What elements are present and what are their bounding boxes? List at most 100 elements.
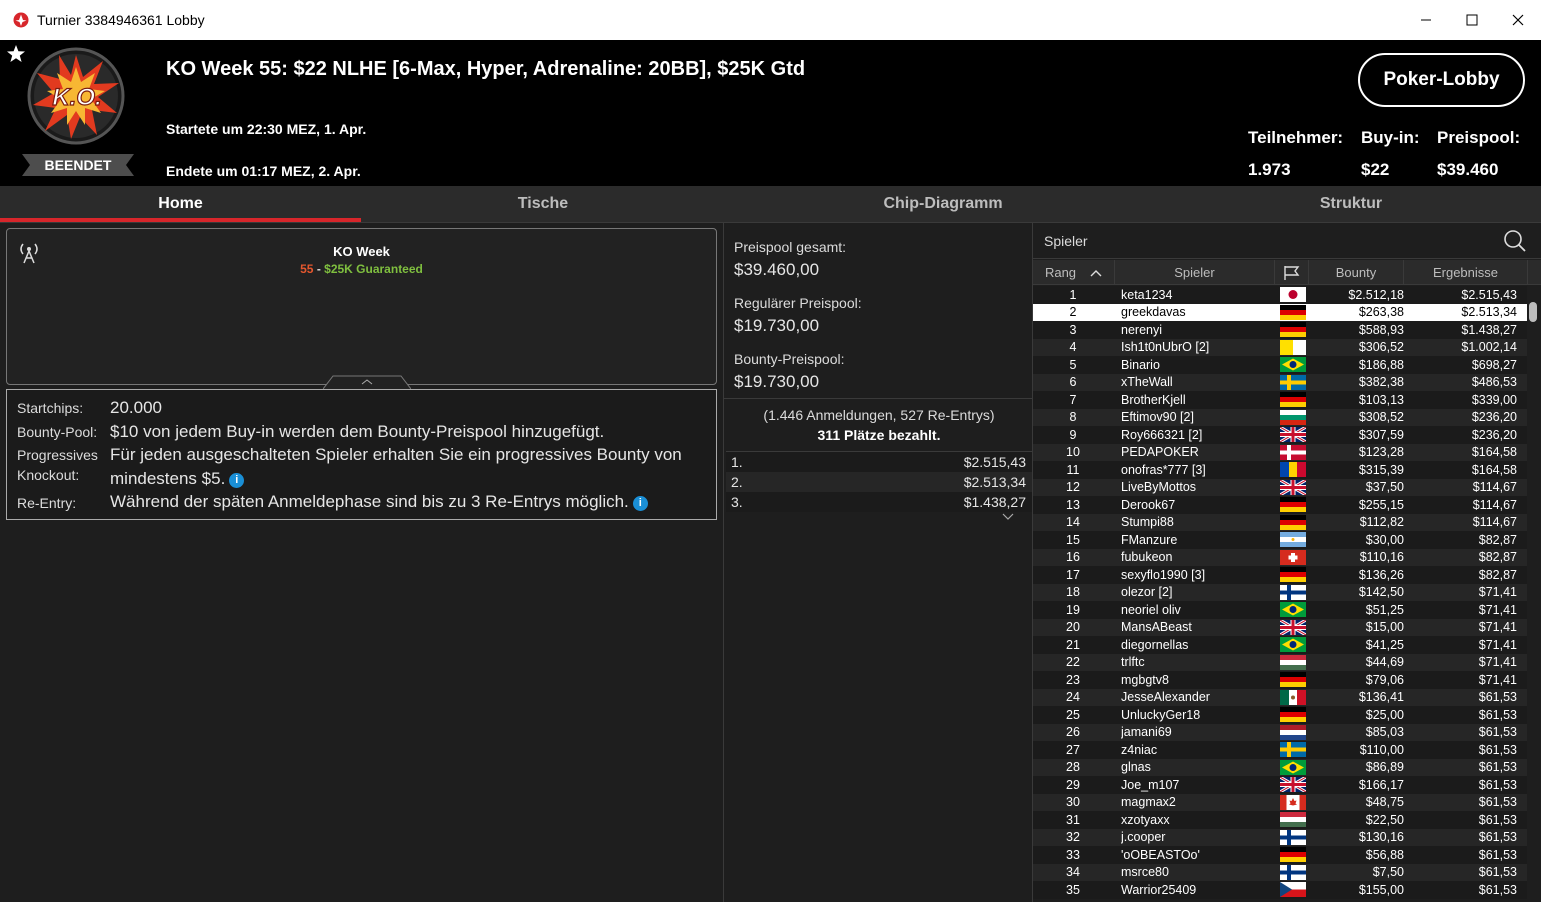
startchips-label: Startchips: <box>17 400 84 416</box>
column-rank-label: Rang <box>1044 265 1077 280</box>
result-cell: $1.002,14 <box>1461 340 1517 355</box>
close-icon <box>1512 14 1524 26</box>
column-country[interactable] <box>1275 260 1309 285</box>
sort-ascending-icon <box>1090 269 1102 276</box>
table-row[interactable]: 20 MansABeast $15,00 $71,41 <box>1033 618 1528 636</box>
table-row[interactable]: 26 jamani69 $85,03 $61,53 <box>1033 723 1528 741</box>
table-row[interactable]: 31 xzotyaxx $22,50 $61,53 <box>1033 811 1528 829</box>
bounty-cell: $186,88 <box>1358 357 1404 372</box>
table-row[interactable]: 16 fubukeon $110,16 $82,87 <box>1033 548 1528 566</box>
table-row[interactable]: 15 FManzure $30,00 $82,87 <box>1033 531 1528 549</box>
column-rank[interactable]: Rang <box>1033 260 1115 285</box>
progressive-value-text: mindestens $5. <box>110 469 226 488</box>
table-row[interactable]: 1 keta1234 $2.512,18 $2.515,43 <box>1033 286 1528 304</box>
country-flag-icon <box>1280 882 1306 897</box>
country-flag-icon <box>1280 584 1306 600</box>
table-row[interactable]: 12 LiveByMottos $37,50 $114,67 <box>1033 478 1528 496</box>
tab-home[interactable]: Home <box>0 186 361 222</box>
player-name-cell: Binario <box>1121 357 1160 372</box>
table-row[interactable]: 17 sexyflo1990 [3] $136,26 $82,87 <box>1033 566 1528 584</box>
player-name-cell: jamani69 <box>1121 725 1172 740</box>
column-bounty[interactable]: Bounty <box>1309 260 1404 285</box>
search-input[interactable]: Spieler <box>1044 233 1088 249</box>
bounty-cell: $37,50 <box>1365 480 1404 495</box>
poker-lobby-button[interactable]: Poker-Lobby <box>1358 53 1525 107</box>
table-row[interactable]: 2 greekdavas $263,38 $2.513,34 <box>1033 303 1528 321</box>
table-row[interactable]: 14 Stumpi88 $112,82 $114,67 <box>1033 513 1528 531</box>
close-button[interactable] <box>1495 0 1541 40</box>
table-row[interactable]: 4 Ish1t0nUbrO [2] $306,52 $1.002,14 <box>1033 338 1528 356</box>
search-icon[interactable] <box>1503 229 1527 253</box>
player-name-cell: j.cooper <box>1121 830 1166 845</box>
bounty-cell: $51,25 <box>1365 602 1404 617</box>
country-flag-icon <box>1280 602 1306 617</box>
country-flag-icon <box>1280 864 1306 880</box>
table-row[interactable]: 23 mgbgtv8 $79,06 $71,41 <box>1033 671 1528 689</box>
home-left-panel: KO Week 55 - $25K Guaranteed Startchips:… <box>0 223 722 902</box>
minimize-button[interactable] <box>1403 0 1449 40</box>
bounty-cell: $110,16 <box>1359 550 1404 565</box>
table-row[interactable]: 13 Derook67 $255,15 $114,67 <box>1033 496 1528 514</box>
table-row[interactable]: 34 msrce80 $7,50 $61,53 <box>1033 863 1528 881</box>
rank-cell: 29 <box>1066 777 1080 792</box>
column-result[interactable]: Ergebnisse <box>1404 260 1528 285</box>
table-row[interactable]: 29 Joe_m107 $166,17 $61,53 <box>1033 775 1528 794</box>
player-name-cell: z4niac <box>1121 742 1158 757</box>
result-cell: $164,58 <box>1471 445 1517 460</box>
rank-cell: 12 <box>1066 480 1080 495</box>
collapse-toggle[interactable] <box>323 375 411 389</box>
table-row[interactable]: 10 PEDAPOKER $123,28 $164,58 <box>1033 443 1528 461</box>
table-row[interactable]: 19 neoriel oliv $51,25 $71,41 <box>1033 601 1528 619</box>
table-row[interactable]: 18 olezor [2] $142,50 $71,41 <box>1033 583 1528 601</box>
tab-tables[interactable]: Tische <box>361 186 725 222</box>
player-search[interactable]: Spieler <box>1033 223 1541 259</box>
table-row[interactable]: 7 BrotherKjell $103,13 $339,00 <box>1033 391 1528 409</box>
table-row[interactable]: 3 nerenyi $588,93 $1.438,27 <box>1033 321 1528 339</box>
paid-places-text: 311 Plätze bezahlt. <box>817 427 941 443</box>
country-flag-icon <box>1280 357 1306 372</box>
table-row[interactable]: 35 Warrior25409 $155,00 $61,53 <box>1033 881 1528 899</box>
favorite-star-icon[interactable] <box>6 44 26 64</box>
country-flag-icon <box>1280 707 1306 722</box>
table-row[interactable]: 32 j.cooper $130,16 $61,53 <box>1033 828 1528 846</box>
table-row[interactable]: 28 glnas $86,89 $61,53 <box>1033 758 1528 776</box>
result-cell: $61,53 <box>1478 760 1517 775</box>
table-row[interactable]: 33 'oOBEASTOo' $56,88 $61,53 <box>1033 846 1528 864</box>
country-flag-icon <box>1280 567 1306 582</box>
expand-payouts-chevron-icon[interactable] <box>1002 513 1014 521</box>
table-row[interactable]: 25 UnluckyGer18 $25,00 $61,53 <box>1033 706 1528 724</box>
reentry-label: Re-Entry: <box>17 495 77 511</box>
player-name-cell: Derook67 <box>1121 497 1176 512</box>
table-row[interactable]: 22 trlftc $44,69 $71,41 <box>1033 653 1528 671</box>
tab-chip-chart[interactable]: Chip-Diagramm <box>725 186 1161 222</box>
rank-cell: 3 <box>1069 322 1077 337</box>
table-row[interactable]: 24 JesseAlexander $136,41 $61,53 <box>1033 688 1528 706</box>
players-scrollbar[interactable] <box>1527 286 1539 902</box>
result-cell: $82,87 <box>1478 532 1517 547</box>
bounty-cell: $136,41 <box>1358 690 1404 705</box>
table-row[interactable]: 6 xTheWall $382,38 $486,53 <box>1033 373 1528 391</box>
table-row[interactable]: 9 Roy666321 [2] $307,59 $236,20 <box>1033 425 1528 444</box>
tournament-info-card: KO Week 55 - $25K Guaranteed <box>6 228 717 389</box>
table-row[interactable]: 27 z4niac $110,00 $61,53 <box>1033 741 1528 759</box>
table-row[interactable]: 11 onofras*777 [3] $315,39 $164,58 <box>1033 461 1528 479</box>
player-name-cell: glnas <box>1121 760 1151 775</box>
rank-cell: 30 <box>1066 795 1080 810</box>
maximize-button[interactable] <box>1449 0 1495 40</box>
progressive-info-icon[interactable]: i <box>229 473 245 488</box>
rank-cell: 1 <box>1069 287 1077 302</box>
tab-structure[interactable]: Struktur <box>1161 186 1541 222</box>
player-name-cell: nerenyi <box>1121 322 1162 337</box>
country-flag-icon <box>1280 637 1306 652</box>
scrollbar-thumb[interactable] <box>1529 302 1537 322</box>
rank-cell: 5 <box>1069 357 1077 372</box>
column-player[interactable]: Spieler <box>1115 260 1275 285</box>
table-row[interactable]: 30 magmax2 $48,75 $61,53 <box>1033 793 1528 811</box>
table-row[interactable]: 8 Eftimov90 [2] $308,52 $236,20 <box>1033 408 1528 426</box>
player-name-cell: olezor [2] <box>1121 585 1173 600</box>
bounty-cell: $263,38 <box>1358 305 1404 320</box>
result-cell: $61,53 <box>1478 795 1517 810</box>
table-row[interactable]: 21 diegornellas $41,25 $71,41 <box>1033 636 1528 654</box>
table-row[interactable]: 5 Binario $186,88 $698,27 <box>1033 356 1528 374</box>
reentry-info-icon[interactable]: i <box>632 496 648 511</box>
